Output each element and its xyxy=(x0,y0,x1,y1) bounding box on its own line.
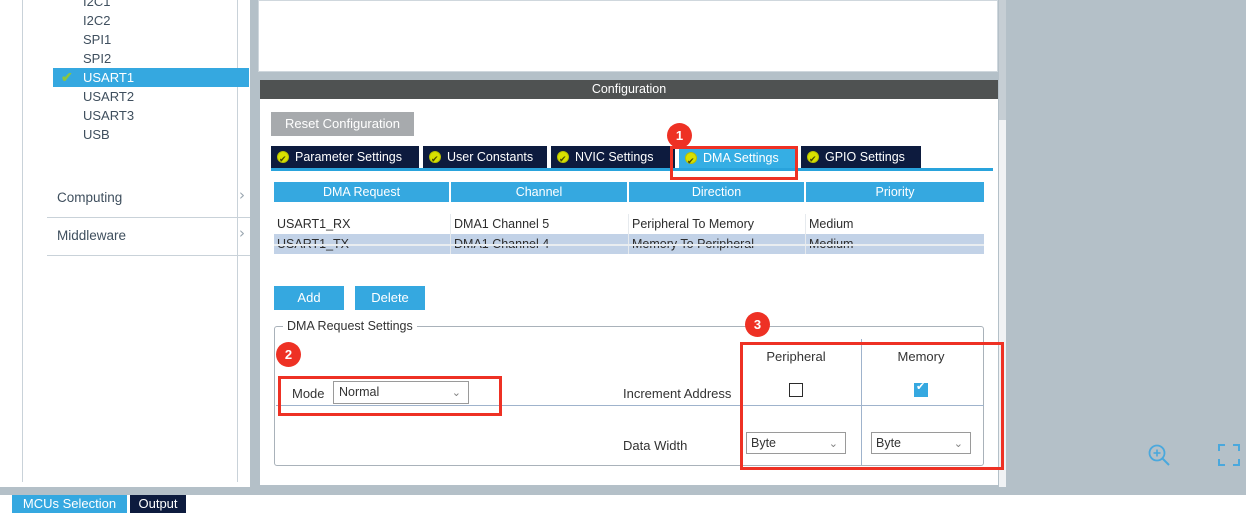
cell-channel: DMA1 Channel 5 xyxy=(451,214,629,234)
cell-dma-request: USART1_RX xyxy=(274,214,451,234)
cell-priority: Medium xyxy=(809,217,854,231)
tab-status-check-icon xyxy=(429,149,441,171)
configuration-pane: Configuration Reset Configuration Parame… xyxy=(258,0,1246,487)
tab-label: Parameter Settings xyxy=(295,150,402,164)
fit-to-screen-icon[interactable] xyxy=(1218,444,1240,466)
tab-status-check-icon xyxy=(557,149,569,171)
chevron-right-icon: › xyxy=(239,224,245,242)
configuration-header: Configuration xyxy=(260,80,998,99)
tab-label: GPIO Settings xyxy=(825,150,905,164)
settings-tabs: Parameter Settings User Constants NVIC S… xyxy=(271,146,991,174)
delete-button[interactable]: Delete xyxy=(355,286,425,310)
sidebar-group-label: Computing xyxy=(57,190,123,205)
cell-direction: Peripheral To Memory xyxy=(629,214,806,234)
sidebar-item-label: I2C2 xyxy=(83,13,111,28)
zoom-in-icon[interactable] xyxy=(1147,443,1173,469)
group-vertical-divider xyxy=(861,339,862,465)
bottom-separator xyxy=(0,487,1246,495)
column-header-priority[interactable]: Priority xyxy=(806,182,984,202)
sidebar-item-i2c2[interactable]: I2C2 xyxy=(53,11,257,30)
dma-request-settings-group: DMA Request Settings Peripheral Memory M… xyxy=(274,319,984,466)
tab-label: User Constants xyxy=(447,150,534,164)
tab-nvic-settings[interactable]: NVIC Settings xyxy=(551,146,675,171)
chevron-down-icon: ⌄ xyxy=(953,437,963,450)
peripheral-column-label: Peripheral xyxy=(766,349,826,364)
tab-parameter-settings[interactable]: Parameter Settings xyxy=(271,146,419,171)
sidebar-item-label: USART1 xyxy=(83,70,135,85)
sidebar-item-usb[interactable]: USB xyxy=(53,125,257,144)
sidebar-item-label: USB xyxy=(83,127,110,142)
column-header-direction[interactable]: Direction xyxy=(629,182,806,202)
tab-dma-settings[interactable]: DMA Settings xyxy=(679,146,797,174)
peripheral-list: I2C1 I2C2 SPI1 SPI2 ✔ USART1 USART2 USAR… xyxy=(53,0,257,144)
sidebar-item-usart3[interactable]: USART3 xyxy=(53,106,257,125)
reset-configuration-button[interactable]: Reset Configuration xyxy=(271,112,414,136)
group-title: DMA Request Settings xyxy=(283,319,417,333)
chevron-down-icon: ⌄ xyxy=(828,437,838,450)
annotation-badge-2: 2 xyxy=(276,342,301,367)
mode-value: Normal xyxy=(339,385,380,399)
sidebar-item-spi1[interactable]: SPI1 xyxy=(53,30,257,49)
table-gap xyxy=(274,202,984,214)
peripheral-sidebar: I2C1 I2C2 SPI1 SPI2 ✔ USART1 USART2 USAR… xyxy=(0,0,255,487)
tab-gpio-settings[interactable]: GPIO Settings xyxy=(801,146,921,171)
sidebar-group-label: Middleware xyxy=(57,228,127,243)
data-width-label: Data Width xyxy=(623,438,688,453)
sidebar-item-label: SPI1 xyxy=(83,32,112,47)
memory-increment-checkbox[interactable] xyxy=(914,380,928,397)
bottom-tab-bar: MCUs Selection Output xyxy=(0,495,1246,513)
sidebar-item-usart1[interactable]: ✔ USART1 xyxy=(53,68,249,87)
configuration-body: Reset Configuration Parameter Settings U… xyxy=(260,99,998,485)
peripheral-data-width-value: Byte xyxy=(751,436,777,450)
bottom-tab-mcus-selection[interactable]: MCUs Selection xyxy=(12,495,127,513)
table-header-row: DMA Request Channel Direction Priority xyxy=(274,182,984,202)
memory-data-width-dropdown[interactable]: Byte ⌄ xyxy=(871,432,971,454)
sidebar-item-label: USART3 xyxy=(83,108,135,123)
bottom-tab-output[interactable]: Output xyxy=(130,495,186,513)
sidebar-item-label: SPI2 xyxy=(83,51,112,66)
panel-divider xyxy=(250,0,258,487)
column-header-channel[interactable]: Channel xyxy=(451,182,629,202)
sidebar-item-spi2[interactable]: SPI2 xyxy=(53,49,257,68)
sidebar-group-middleware[interactable]: Middleware › xyxy=(47,218,255,256)
mode-label: Mode xyxy=(292,386,325,401)
sidebar-item-label: I2C1 xyxy=(83,0,111,9)
annotation-badge-3: 3 xyxy=(745,312,770,337)
peripheral-increment-checkbox[interactable] xyxy=(789,383,803,397)
chevron-right-icon: › xyxy=(239,186,245,204)
pinout-preview-panel xyxy=(258,0,998,72)
increment-address-label: Increment Address xyxy=(623,386,732,401)
tab-status-check-icon xyxy=(277,149,289,171)
peripheral-data-width-dropdown[interactable]: Byte ⌄ xyxy=(746,432,846,454)
table-row[interactable]: USART1_RX DMA1 Channel 5 Peripheral To M… xyxy=(274,214,984,234)
sidebar-group-computing[interactable]: Computing › xyxy=(47,180,255,218)
sidebar-item-label: USART2 xyxy=(83,89,135,104)
chevron-down-icon: ⌄ xyxy=(451,386,461,399)
memory-column-label: Memory xyxy=(897,349,945,364)
table-bottom-border xyxy=(274,244,984,246)
sidebar-item-i2c1[interactable]: I2C1 xyxy=(53,0,257,11)
sidebar-frame: I2C1 I2C2 SPI1 SPI2 ✔ USART1 USART2 USAR… xyxy=(22,0,255,482)
tab-underline xyxy=(271,168,993,171)
tab-status-check-icon xyxy=(685,150,697,174)
check-icon: ✔ xyxy=(61,69,73,85)
add-button[interactable]: Add xyxy=(274,286,344,310)
vertical-scrollbar-thumb[interactable] xyxy=(999,0,1006,120)
tab-label: DMA Settings xyxy=(703,151,779,165)
tab-status-check-icon xyxy=(807,149,819,171)
tab-user-constants[interactable]: User Constants xyxy=(423,146,547,171)
annotation-badge-1: 1 xyxy=(667,123,692,148)
memory-data-width-value: Byte xyxy=(876,436,902,450)
tab-label: NVIC Settings xyxy=(575,150,654,164)
mode-dropdown[interactable]: Normal ⌄ xyxy=(333,381,469,404)
group-horizontal-divider xyxy=(276,405,984,406)
sidebar-item-usart2[interactable]: USART2 xyxy=(53,87,257,106)
column-header-dma-request[interactable]: DMA Request xyxy=(274,182,451,202)
